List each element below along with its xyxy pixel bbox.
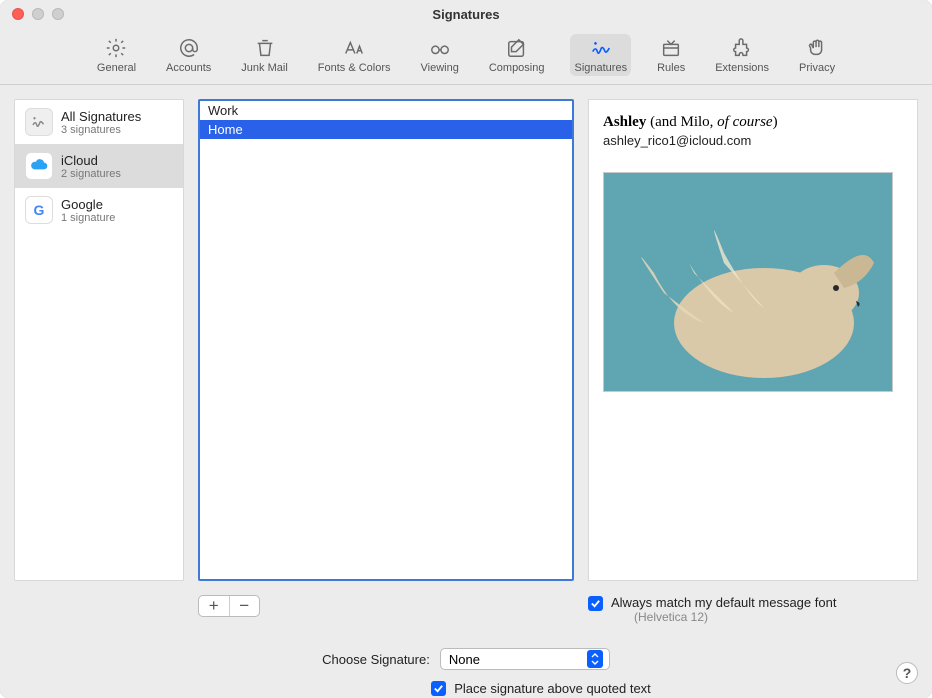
preferences-window: Signatures General Accounts Junk Mail Fo… — [0, 0, 932, 698]
compose-icon — [503, 36, 531, 60]
remove-signature-button[interactable]: − — [230, 596, 260, 616]
toolbar-label: Junk Mail — [241, 62, 287, 74]
glasses-icon — [426, 36, 454, 60]
add-signature-button[interactable]: + — [199, 596, 230, 616]
preview-column: Ashley (and Milo, of course) ashley_rico… — [588, 99, 918, 581]
below-row: + − Always match my default message font… — [0, 595, 932, 624]
preview-name: Ashley (and Milo, of course) — [603, 114, 903, 131]
toolbar-viewing[interactable]: Viewing — [417, 34, 463, 76]
check-icon — [590, 598, 601, 609]
content-area: All Signatures 3 signatures iCloud 2 sig… — [0, 85, 932, 595]
toolbar-accounts[interactable]: Accounts — [162, 34, 215, 76]
toolbar-extensions[interactable]: Extensions — [711, 34, 773, 76]
toolbar-label: Signatures — [574, 62, 627, 74]
choose-signature-dropdown[interactable]: None — [440, 648, 610, 670]
check-icon — [433, 683, 444, 694]
preview-name-italic: of course — [717, 114, 772, 130]
match-font-label: Always match my default message font — [611, 595, 836, 610]
dropdown-value: None — [449, 652, 480, 667]
accounts-list[interactable]: All Signatures 3 signatures iCloud 2 sig… — [14, 99, 184, 581]
account-title: iCloud — [61, 153, 121, 168]
signature-preview[interactable]: Ashley (and Milo, of course) ashley_rico… — [588, 99, 918, 581]
toolbar-composing[interactable]: Composing — [485, 34, 549, 76]
match-font-sub: (Helvetica 12) — [634, 610, 836, 624]
signature-list-column: Work Home — [198, 99, 574, 581]
preview-name-suffix: ) — [773, 114, 778, 130]
preview-name-prefix: (and Milo, — [646, 114, 717, 130]
signature-badge-icon — [25, 108, 53, 136]
icloud-icon — [25, 152, 53, 180]
toolbar-label: Fonts & Colors — [318, 62, 391, 74]
account-subtitle: 1 signature — [61, 212, 115, 224]
toolbar-privacy[interactable]: Privacy — [795, 34, 839, 76]
account-subtitle: 3 signatures — [61, 124, 141, 136]
toolbar-rules[interactable]: Rules — [653, 34, 689, 76]
toolbar-label: Composing — [489, 62, 545, 74]
toolbar-label: Viewing — [421, 62, 459, 74]
dropdown-arrows-icon — [587, 650, 603, 668]
titlebar: Signatures — [0, 0, 932, 28]
puzzle-icon — [728, 36, 756, 60]
google-icon: G — [25, 196, 53, 224]
place-above-checkbox[interactable] — [431, 681, 446, 696]
place-above-row: Place signature above quoted text — [431, 680, 651, 696]
rules-icon — [657, 36, 685, 60]
hand-icon — [803, 36, 831, 60]
bottom-controls: Choose Signature: None Place signature a… — [0, 624, 932, 696]
toolbar-junkmail[interactable]: Junk Mail — [237, 34, 291, 76]
account-title: All Signatures — [61, 109, 141, 124]
toolbar-label: Rules — [657, 62, 685, 74]
toolbar-label: Extensions — [715, 62, 769, 74]
toolbar-label: Accounts — [166, 62, 211, 74]
account-all-signatures[interactable]: All Signatures 3 signatures — [15, 100, 183, 144]
place-above-label: Place signature above quoted text — [454, 681, 651, 696]
at-icon — [175, 36, 203, 60]
match-font-checkbox[interactable] — [588, 596, 603, 611]
toolbar-signatures[interactable]: Signatures — [570, 34, 631, 76]
trash-icon — [251, 36, 279, 60]
preview-image — [603, 172, 893, 392]
signature-icon — [587, 36, 615, 60]
preview-email: ashley_rico1@icloud.com — [603, 133, 903, 148]
gear-icon — [102, 36, 130, 60]
signature-row-home[interactable]: Home — [200, 120, 572, 139]
toolbar-label: Privacy — [799, 62, 835, 74]
choose-signature-row: Choose Signature: None — [322, 648, 610, 670]
help-button[interactable]: ? — [896, 662, 918, 684]
account-subtitle: 2 signatures — [61, 168, 121, 180]
account-google[interactable]: G Google 1 signature — [15, 188, 183, 232]
choose-signature-label: Choose Signature: — [322, 652, 430, 667]
account-icloud[interactable]: iCloud 2 signatures — [15, 144, 183, 188]
toolbar-general[interactable]: General — [93, 34, 140, 76]
fonts-icon — [340, 36, 368, 60]
preview-name-bold: Ashley — [603, 114, 646, 130]
account-title: Google — [61, 197, 115, 212]
match-font-block: Always match my default message font (He… — [588, 595, 918, 624]
toolbar: General Accounts Junk Mail Fonts & Color… — [0, 28, 932, 85]
add-remove-control: + − — [198, 595, 260, 617]
signature-row-work[interactable]: Work — [200, 101, 572, 120]
signature-list[interactable]: Work Home — [198, 99, 574, 581]
window-title: Signatures — [0, 7, 932, 22]
toolbar-label: General — [97, 62, 136, 74]
toolbar-fonts[interactable]: Fonts & Colors — [314, 34, 395, 76]
